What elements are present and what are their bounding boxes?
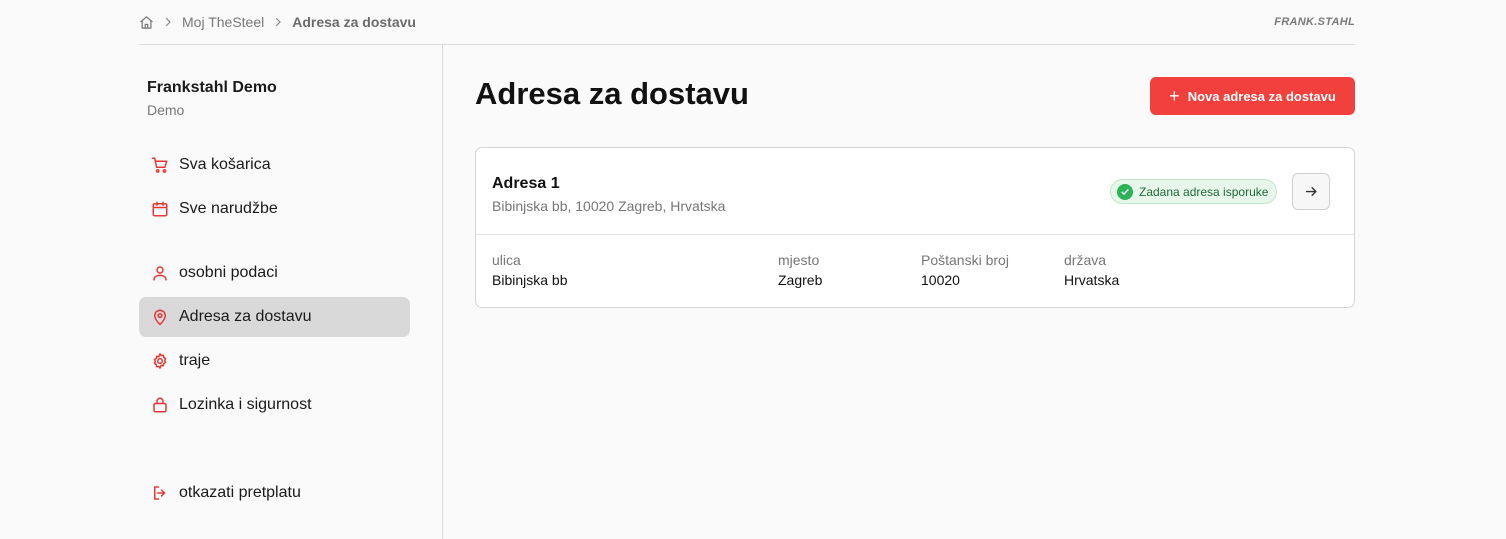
location-pin-icon <box>151 308 169 326</box>
field-country: država Hrvatska <box>1064 252 1119 288</box>
sidebar-item-carts[interactable]: Sva košarica <box>139 145 410 185</box>
field-label: država <box>1064 252 1107 268</box>
field-postal-code: Poštanski broj 10020 <box>921 252 1009 288</box>
logout-icon <box>151 484 169 502</box>
sidebar-item-cancel-subscription[interactable]: otkazati pretplatu <box>139 473 410 513</box>
sidebar-item-label: Sva košarica <box>179 156 271 173</box>
sidebar-item-label: otkazati pretplatu <box>179 484 301 501</box>
brand-logo[interactable]: FRANK.STAHL <box>1274 16 1355 28</box>
address-summary: Bibinjska bb, 10020 Zagreb, Hrvatska <box>492 198 726 214</box>
new-address-button-label: Nova adresa za dostavu <box>1187 88 1336 104</box>
breadcrumb: Moj TheSteel Adresa za dostavu <box>139 14 416 30</box>
chevron-right-icon <box>272 16 284 28</box>
sidebar-item-personal-data[interactable]: osobni podaci <box>139 253 410 293</box>
field-value: Bibinjska bb <box>492 272 568 288</box>
address-name: Adresa 1 <box>492 175 560 192</box>
sidebar-item-label: osobni podaci <box>179 264 278 281</box>
sidebar-item-password-security[interactable]: Lozinka i sigurnost <box>139 385 410 425</box>
account-name: Frankstahl Demo <box>147 79 277 96</box>
new-address-button[interactable]: + Nova adresa za dostavu <box>1150 77 1355 115</box>
field-label: mjesto <box>778 252 820 268</box>
chevron-right-icon <box>162 16 174 28</box>
badge-label: Zadana adresa isporuke <box>1139 184 1269 199</box>
sidebar-item-label: Sve narudžbe <box>179 200 278 217</box>
open-address-button[interactable] <box>1292 173 1330 210</box>
sidebar-item-delivery-address[interactable]: Adresa za dostavu <box>139 297 410 337</box>
plus-icon: + <box>1169 86 1180 106</box>
top-bar: Moj TheSteel Adresa za dostavu FRANK.STA… <box>139 0 1355 45</box>
field-value: 10020 <box>921 272 960 288</box>
address-card-header: Adresa 1 Bibinjska bb, 10020 Zagreb, Hrv… <box>476 148 1354 235</box>
arrow-right-icon <box>1304 184 1319 199</box>
sidebar-item-orders[interactable]: Sve narudžbe <box>139 189 410 229</box>
user-icon <box>151 264 169 282</box>
home-icon[interactable] <box>139 15 154 30</box>
breadcrumb-current: Adresa za dostavu <box>292 14 416 30</box>
field-value: Zagreb <box>778 272 823 288</box>
field-street: ulica Bibinjska bb <box>492 252 568 288</box>
calendar-icon <box>151 200 169 218</box>
sidebar-item-label: Lozinka i sigurnost <box>179 396 312 413</box>
field-label: ulica <box>492 252 521 268</box>
address-card: Adresa 1 Bibinjska bb, 10020 Zagreb, Hrv… <box>475 147 1355 308</box>
page-title: Adresa za dostavu <box>475 76 749 111</box>
gear-icon <box>151 352 169 370</box>
sidebar-item-label: Adresa za dostavu <box>179 308 312 325</box>
account-subtitle: Demo <box>147 102 185 118</box>
field-city: mjesto Zagreb <box>778 252 822 288</box>
sidebar-item-settings[interactable]: traje <box>139 341 410 381</box>
field-value: Hrvatska <box>1064 272 1120 288</box>
field-label: Poštanski broj <box>921 252 1009 268</box>
lock-icon <box>151 396 169 414</box>
default-address-badge: Zadana adresa isporuke <box>1110 179 1278 204</box>
cart-icon <box>151 156 169 174</box>
breadcrumb-link-moj-thesteel[interactable]: Moj TheSteel <box>182 14 264 30</box>
sidebar-item-label: traje <box>179 352 211 369</box>
check-circle-icon <box>1117 183 1133 200</box>
sidebar-divider <box>442 45 443 539</box>
